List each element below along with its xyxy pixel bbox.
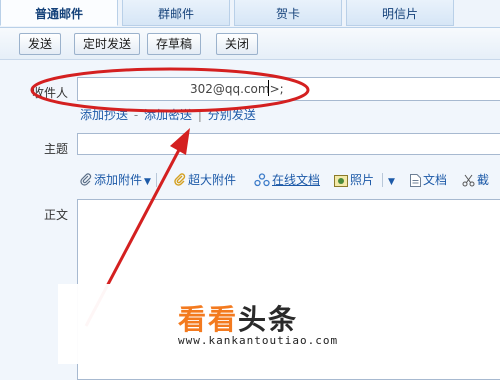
watermark: 看看头条 www.kankantoutiao.com xyxy=(58,284,404,364)
highlight-ellipse xyxy=(30,67,310,113)
watermark-url: www.kankantoutiao.com xyxy=(178,334,339,347)
annotation-arrow-head xyxy=(170,128,190,155)
watermark-logo-a: 看看 xyxy=(178,303,239,336)
watermark-logo: 看看头条 xyxy=(178,298,298,338)
watermark-logo-b: 头条 xyxy=(238,303,299,336)
